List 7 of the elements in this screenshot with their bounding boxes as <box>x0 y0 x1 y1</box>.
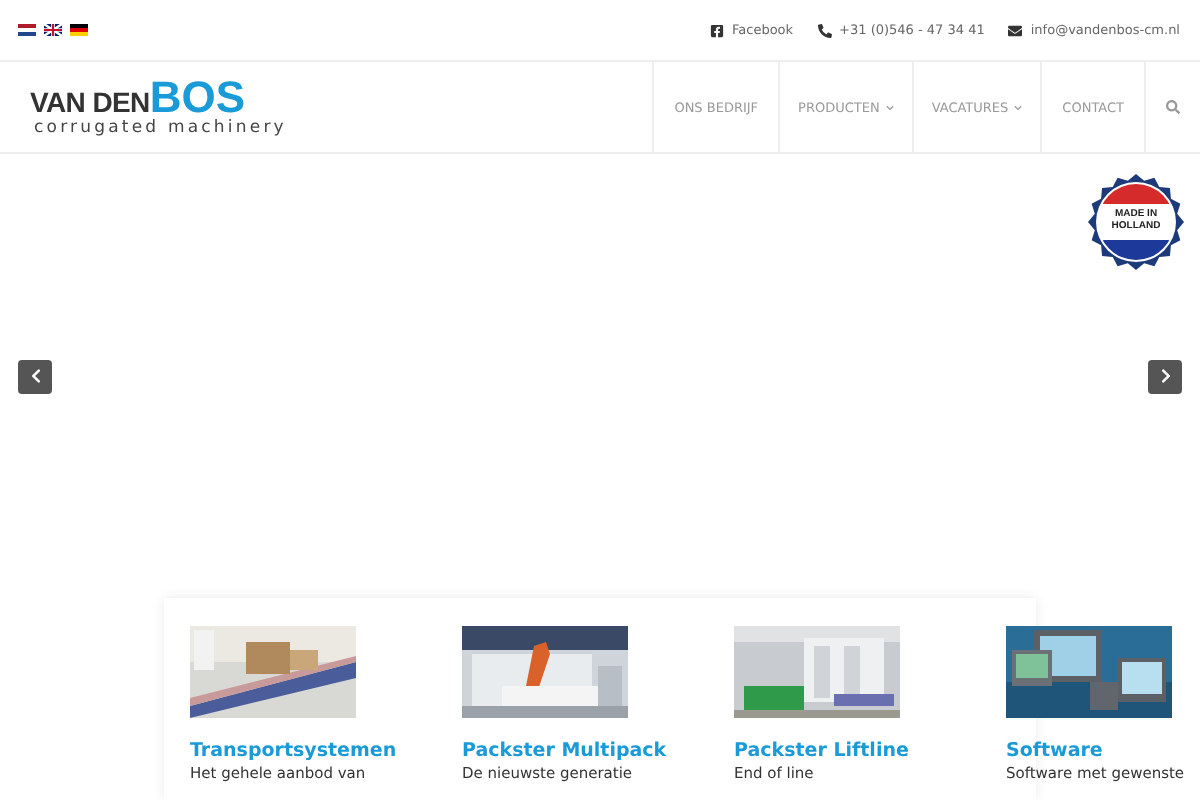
card-title[interactable]: Packster Liftline <box>734 742 954 761</box>
card-title[interactable]: Transportsystemen <box>190 742 410 761</box>
logo-text[interactable]: VAN DEN <box>30 88 150 116</box>
logo-tagline: corrugated machinery <box>32 118 287 138</box>
logo-text[interactable]: BOS <box>149 76 246 120</box>
card-title[interactable]: Packster Multipack <box>462 742 682 761</box>
card-title[interactable]: Software <box>1006 742 1200 761</box>
